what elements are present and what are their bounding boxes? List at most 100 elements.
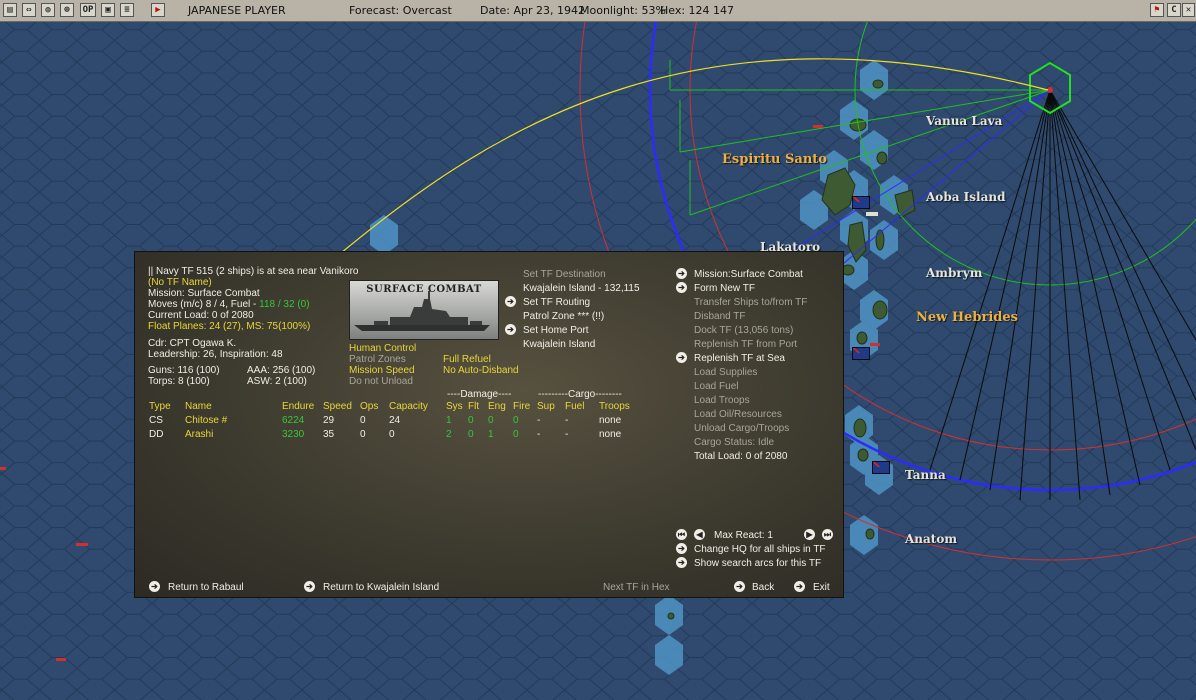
cmd-load-supplies[interactable]: Load Supplies	[694, 367, 757, 379]
map-label-new-hebrides: New Hebrides	[916, 310, 1018, 325]
allied-unit-flag[interactable]	[852, 347, 870, 360]
show-search-arcs-button[interactable]: Show search arcs for this TF	[694, 558, 821, 570]
arrow-right-icon[interactable]: ➔	[676, 557, 687, 568]
column-header[interactable]: Capacity	[389, 401, 428, 413]
arrow-right-icon[interactable]: ➔	[794, 581, 805, 592]
cmd-disband-tf[interactable]: Disband TF	[694, 311, 746, 323]
column-header[interactable]: Sup	[537, 401, 555, 413]
arrow-right-icon[interactable]: ➔	[149, 581, 160, 592]
cmd-mission[interactable]: Mission:Surface Combat	[694, 269, 803, 281]
flag-icon[interactable]: ⚑	[1150, 3, 1164, 17]
cmd-form-new-tf[interactable]: Form New TF	[694, 283, 755, 295]
column-header[interactable]: Fire	[513, 401, 530, 413]
table-cell: CS	[149, 415, 163, 426]
tf-moves-label: Moves (m/c) 8 / 4, Fuel -	[148, 299, 260, 310]
table-cell: 0	[468, 429, 474, 440]
table-cell: 1	[446, 415, 452, 426]
table-cell: 0	[468, 415, 474, 426]
column-header[interactable]: Type	[149, 401, 171, 413]
return-rabaul-button[interactable]: Return to Rabaul	[168, 582, 244, 594]
table-cell: 0	[513, 429, 519, 440]
map-label-tanna: Tanna	[905, 468, 946, 482]
column-header[interactable]: Name	[185, 401, 212, 413]
next-tf-in-hex-button[interactable]: Next TF in Hex	[603, 582, 670, 594]
option-no-auto-disband[interactable]: No Auto-Disband	[443, 365, 519, 377]
task-force-panel: || Navy TF 515 (2 ships) is at sea near …	[134, 251, 844, 598]
column-header[interactable]: Fuel	[565, 401, 584, 413]
column-header[interactable]: Troops	[599, 401, 630, 413]
allied-unit-flag[interactable]	[852, 196, 870, 209]
cmd-load-fuel[interactable]: Load Fuel	[694, 381, 738, 393]
set-routing-button[interactable]: Set TF Routing	[523, 297, 590, 309]
ship-name-link[interactable]: Arashi	[185, 429, 213, 441]
table-cell: DD	[149, 429, 164, 440]
cargo-header: ---------Cargo--------	[538, 389, 622, 400]
next-icon[interactable]: ▶	[804, 529, 815, 540]
arrow-right-icon[interactable]: ➔	[676, 282, 687, 293]
table-cell: 0	[360, 415, 366, 426]
arrow-right-icon[interactable]: ➔	[676, 352, 687, 363]
return-kwajalein-button[interactable]: Return to Kwajalein Island	[323, 582, 439, 594]
cmd-replenish-port[interactable]: Replenish TF from Port	[694, 339, 797, 351]
column-header[interactable]: Ops	[360, 401, 378, 413]
cmd-replenish-sea[interactable]: Replenish TF at Sea	[694, 353, 785, 365]
cmd-transfer-ships[interactable]: Transfer Ships to/from TF	[694, 297, 807, 309]
arrow-right-icon[interactable]: ➔	[304, 581, 315, 592]
moonlight-label: Moonlight: 53%	[580, 4, 666, 17]
tf-float-planes[interactable]: Float Planes: 24 (27), MS: 75(100%)	[148, 321, 310, 333]
arrow-right-icon[interactable]: ➔	[676, 268, 687, 279]
column-header[interactable]: Endure	[282, 401, 314, 413]
cmd-dock-tf[interactable]: Dock TF (13,056 tons)	[694, 325, 793, 337]
table-cell: 6224	[282, 415, 305, 426]
window-icon[interactable]: ▣	[101, 3, 115, 17]
c-icon[interactable]: C	[1167, 3, 1181, 17]
column-header[interactable]: Flt	[468, 401, 479, 413]
destination-value: Kwajalein Island - 132,115	[523, 283, 640, 294]
forecast-label: Forecast: Overcast	[349, 4, 452, 17]
cmd-unload-cargo[interactable]: Unload Cargo/Troops	[694, 423, 789, 435]
date-label: Date: Apr 23, 1942	[480, 4, 586, 17]
cmd-cargo-status: Cargo Status: Idle	[694, 437, 775, 448]
tf-torps: Torps: 8 (100)	[148, 376, 210, 387]
cmd-load-oil[interactable]: Load Oil/Resources	[694, 409, 782, 421]
cmd-total-load: Total Load: 0 of 2080	[694, 451, 788, 462]
arrow-right-icon[interactable]: ➔	[676, 543, 687, 554]
close-icon[interactable]: ✕	[1182, 3, 1195, 17]
first-icon[interactable]: ⏮	[676, 529, 687, 540]
last-icon[interactable]: ⏭	[822, 529, 833, 540]
arrow-right-icon[interactable]: ➔	[505, 296, 516, 307]
option-do-not-unload[interactable]: Do not Unload	[349, 376, 413, 388]
tf-leadership: Leadership: 26, Inspiration: 48	[148, 349, 283, 360]
map-label-espiritu-santo: Espiritu Santo	[722, 152, 827, 167]
exit-button[interactable]: Exit	[813, 582, 830, 594]
info-icon[interactable]: ⇔	[22, 3, 36, 17]
column-header[interactable]: Speed	[323, 401, 352, 413]
table-cell: -	[537, 415, 541, 426]
battleship-silhouette	[354, 291, 490, 331]
arrow-right-icon[interactable]: ➔	[734, 581, 745, 592]
map-label-ambrym: Ambrym	[926, 266, 983, 280]
table-cell: 0	[513, 415, 519, 426]
map-label-anatom: Anatom	[905, 532, 958, 546]
table-cell: 29	[323, 415, 335, 426]
back-button[interactable]: Back	[752, 582, 774, 594]
cmd-load-troops[interactable]: Load Troops	[694, 395, 750, 407]
set-destination-button[interactable]: Set TF Destination	[523, 269, 606, 281]
ship-name-link[interactable]: Chitose #	[185, 415, 227, 427]
list-icon[interactable]: ≡	[120, 3, 134, 17]
column-header[interactable]: Eng	[488, 401, 506, 413]
arrow-right-icon[interactable]: ➔	[505, 324, 516, 335]
table-cell: 0	[488, 415, 494, 426]
end-turn-icon[interactable]: ▶	[151, 3, 165, 17]
prev-icon[interactable]: ◀	[694, 529, 705, 540]
player-label: JAPANESE PLAYER	[188, 4, 286, 17]
column-header[interactable]: Sys	[446, 401, 463, 413]
allied-unit-flag[interactable]	[872, 461, 890, 474]
globe-icon[interactable]: ◍	[41, 3, 55, 17]
ops-icon[interactable]: OP	[80, 3, 96, 17]
map-icon[interactable]: ▤	[3, 3, 17, 17]
table-cell: 35	[323, 429, 335, 440]
target-icon[interactable]: ⊕	[60, 3, 74, 17]
set-home-port-button[interactable]: Set Home Port	[523, 325, 589, 337]
change-hq-button[interactable]: Change HQ for all ships in TF	[694, 544, 826, 556]
